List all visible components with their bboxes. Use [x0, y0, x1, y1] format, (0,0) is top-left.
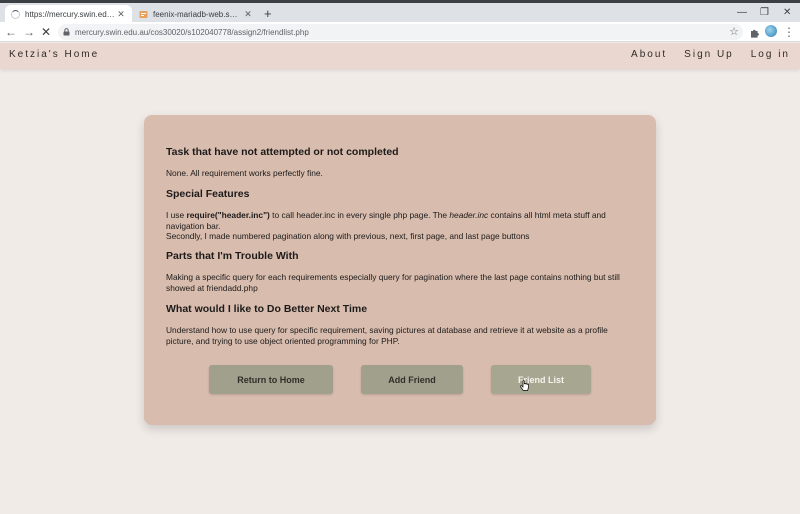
tab-close-icon[interactable]: ✕	[116, 9, 126, 20]
stop-loading-icon[interactable]: ✕	[39, 25, 53, 39]
section-body-incomplete: None. All requirement works perfectly fi…	[166, 168, 323, 178]
extensions-puzzle-icon[interactable]	[749, 26, 760, 44]
browser-menu-icon[interactable]: ⋮	[782, 25, 796, 39]
return-home-button[interactable]: Return to Home	[209, 365, 333, 394]
tab-close-icon[interactable]: ✕	[243, 9, 253, 20]
forward-arrow-icon[interactable]: →	[22, 25, 36, 39]
profile-avatar-icon[interactable]	[765, 25, 777, 37]
site-nav: About Sign Up Log in	[614, 49, 790, 60]
lock-icon[interactable]	[63, 23, 70, 41]
section-heading-trouble: Parts that I'm Trouble With	[166, 250, 299, 262]
restore-icon[interactable]: ❐	[760, 7, 769, 19]
loading-spinner-icon	[11, 10, 20, 19]
section-heading-better-next-time: What would I like to Do Better Next Time	[166, 303, 368, 315]
nav-login-link[interactable]: Log in	[751, 49, 790, 60]
italic-header-inc: header.inc	[449, 210, 489, 220]
nav-signup-link[interactable]: Sign Up	[684, 49, 734, 60]
text-fragment: I use	[166, 210, 187, 220]
hand-pointer-cursor-icon	[520, 379, 529, 397]
section-body-better-next-time: Understand how to use query for specific…	[166, 325, 608, 346]
nav-about-link[interactable]: About	[631, 49, 667, 60]
text-fragment: to call header.inc in every single php p…	[269, 210, 450, 220]
window-close-icon[interactable]: ✕	[783, 7, 791, 19]
favicon-icon	[139, 10, 148, 19]
back-arrow-icon[interactable]: ←	[4, 25, 18, 39]
add-friend-button[interactable]: Add Friend	[361, 365, 463, 394]
friend-list-button[interactable]: Friend List	[491, 365, 591, 394]
tab-title: feenix-mariadb-web.swin.edu.au	[153, 10, 243, 19]
code-require-header: require("header.inc")	[186, 210, 270, 220]
tab-title: https://mercury.swin.edu.au/cos	[25, 10, 116, 19]
address-url: mercury.swin.edu.au/cos30020/s102040778/…	[75, 27, 309, 37]
section-heading-special-features: Special Features	[166, 188, 250, 200]
text-fragment: Secondly, I made numbered pagination alo…	[166, 231, 530, 241]
site-header: Ketzia's Home About Sign Up Log in	[0, 43, 800, 69]
about-card: Task that have not attempted or not comp…	[144, 115, 656, 425]
new-tab-button[interactable]: +	[264, 7, 272, 20]
site-brand-link[interactable]: Ketzia's Home	[9, 49, 99, 60]
browser-tab-strip: https://mercury.swin.edu.au/cos ✕ feenix…	[0, 0, 800, 24]
browser-toolbar: ← → ✕ mercury.swin.edu.au/cos30020/s1020…	[0, 22, 800, 42]
section-body-special-features: I use require("header.inc") to call head…	[166, 210, 636, 242]
address-bar[interactable]: mercury.swin.edu.au/cos30020/s102040778/…	[58, 24, 743, 40]
minimize-icon[interactable]: —	[737, 7, 747, 19]
bookmark-star-icon[interactable]: ☆	[729, 25, 739, 38]
section-heading-incomplete: Task that have not attempted or not comp…	[166, 146, 399, 158]
section-body-trouble: Making a specific query for each require…	[166, 272, 620, 293]
